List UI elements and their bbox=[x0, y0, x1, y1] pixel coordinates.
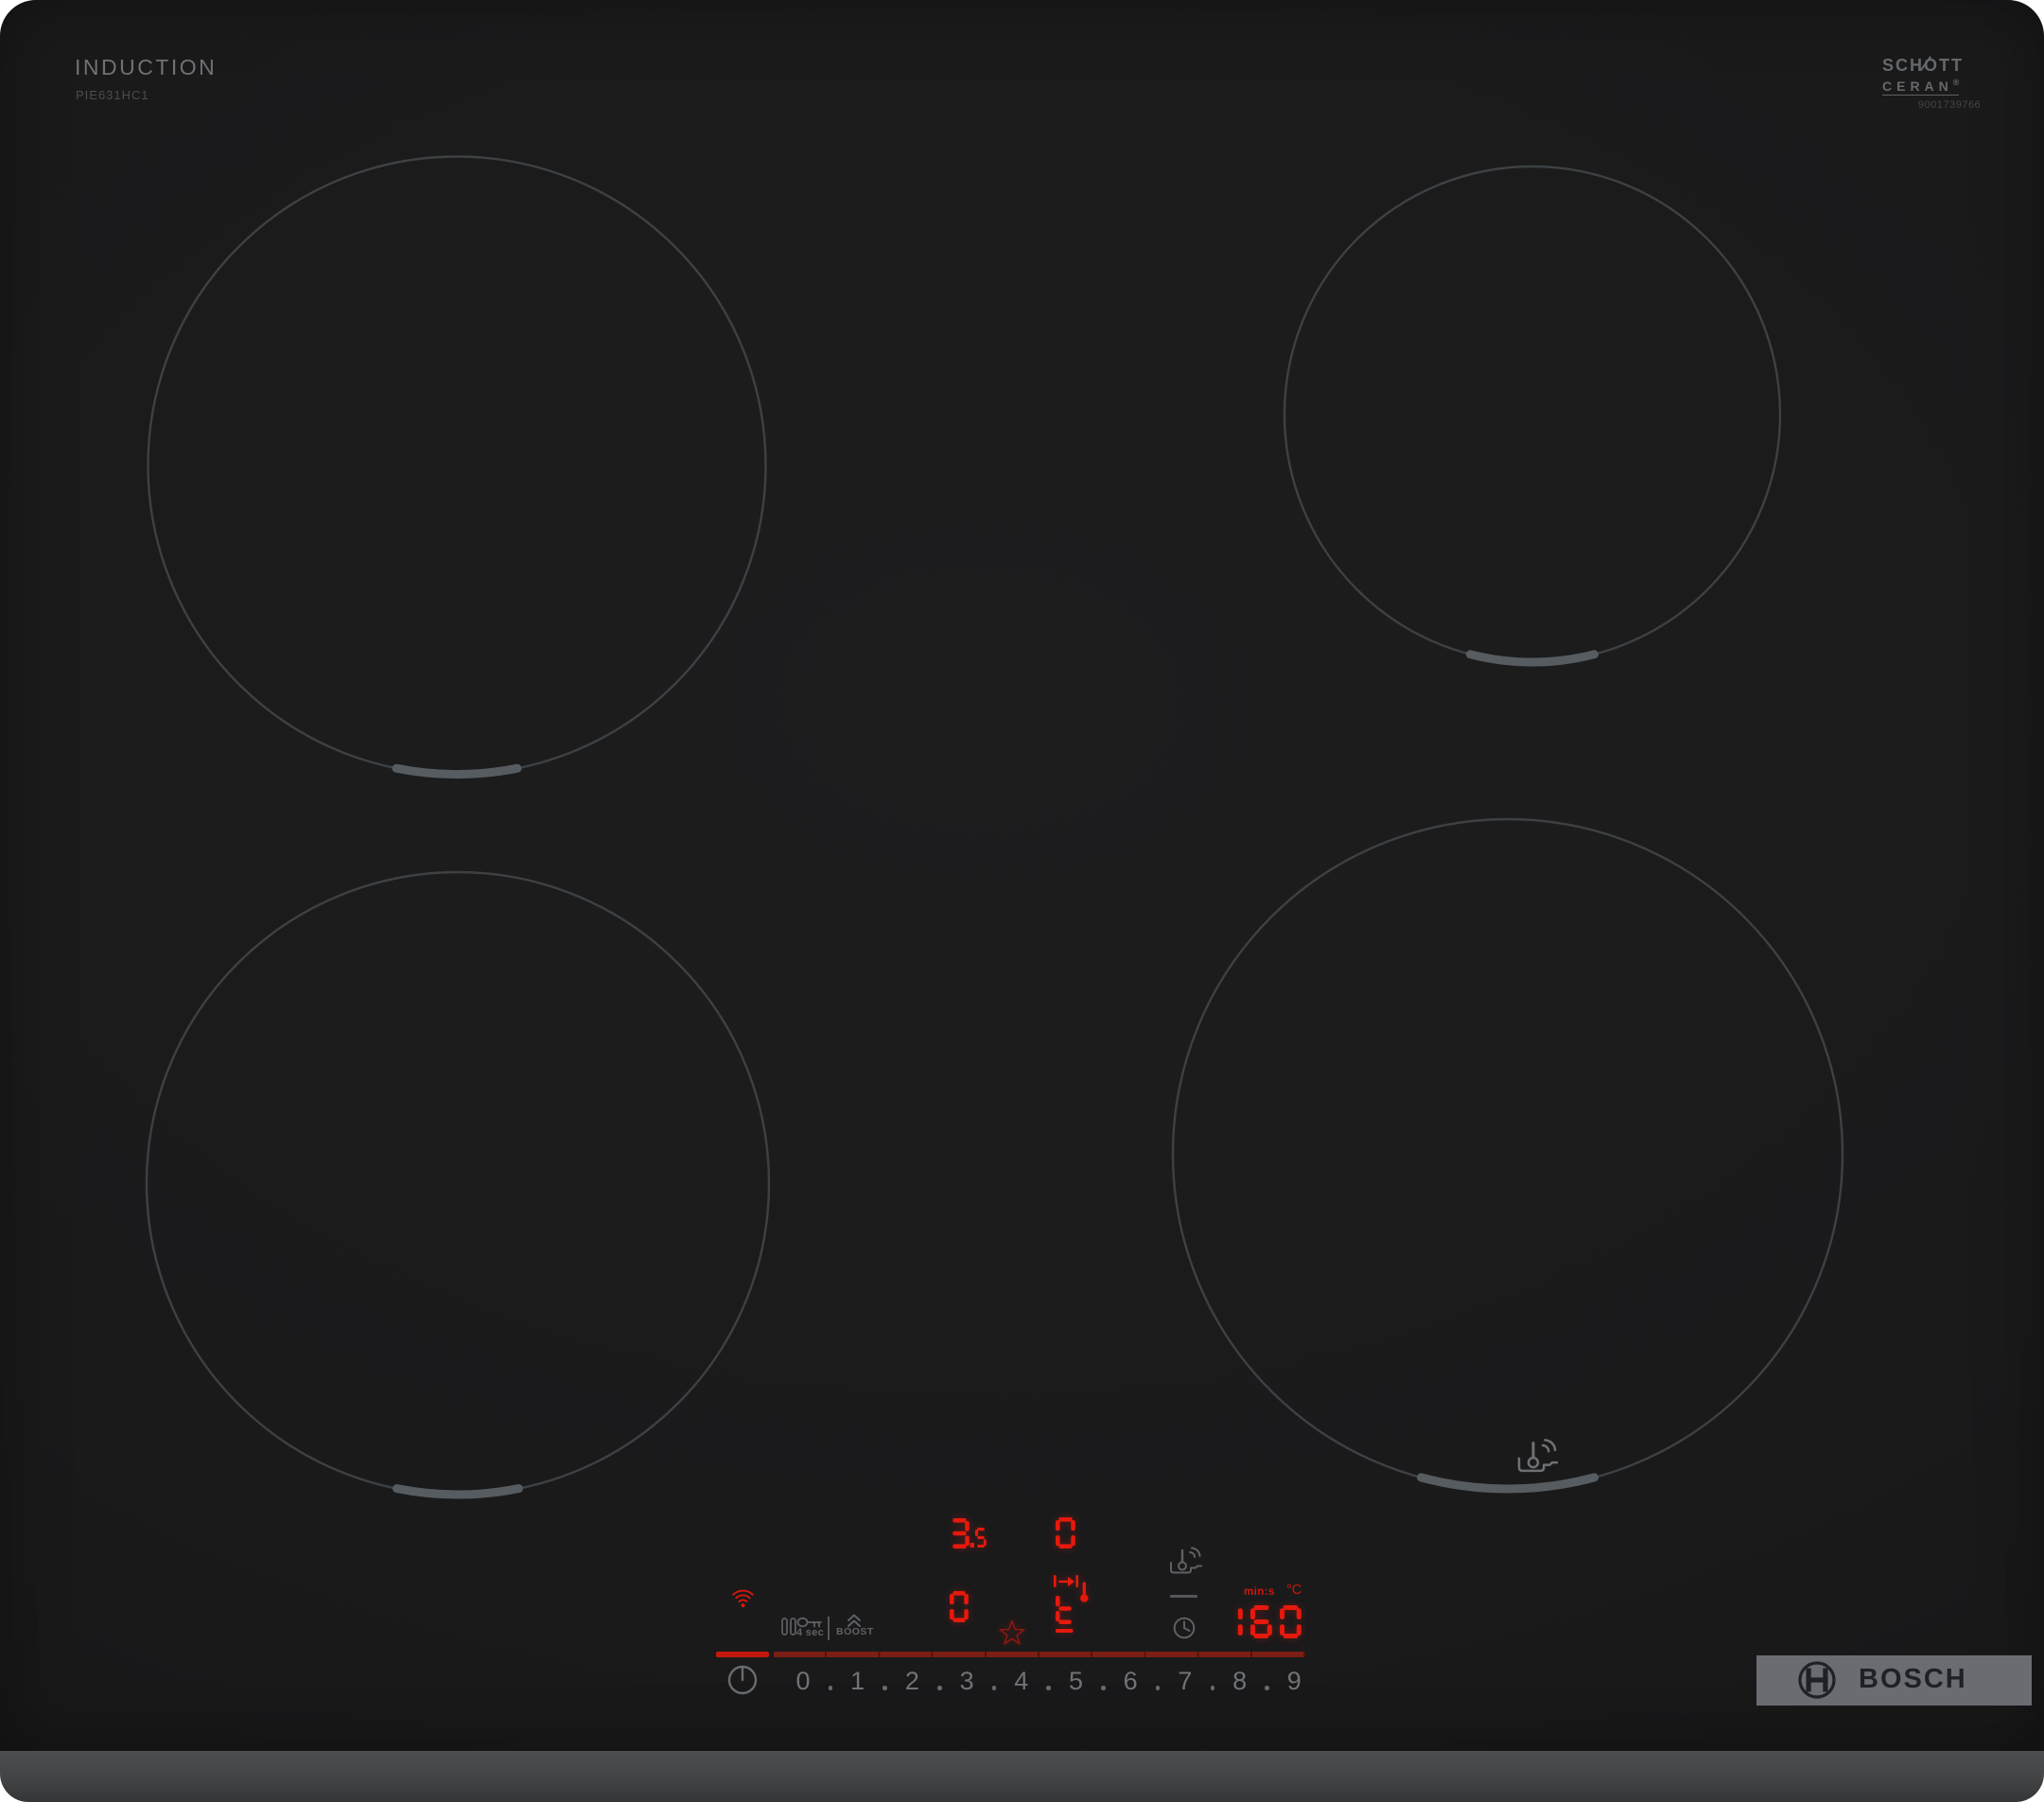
temp-unit-label: °C bbox=[1286, 1583, 1302, 1598]
power-level-key-2[interactable]: 2 bbox=[893, 1669, 931, 1694]
power-level-key-6[interactable]: 6 bbox=[1111, 1669, 1149, 1694]
bosch-emblem-icon bbox=[1798, 1661, 1836, 1699]
power-slider-active-segment[interactable] bbox=[716, 1652, 769, 1657]
clock-icon[interactable] bbox=[1172, 1616, 1197, 1640]
bosch-nameplate: BOSCH bbox=[1756, 1655, 2032, 1706]
led-display-layer bbox=[950, 1517, 1302, 1645]
move-pan-icon bbox=[1054, 1575, 1078, 1587]
power-level-key-8[interactable]: 8 bbox=[1221, 1669, 1259, 1694]
thermometer-icon bbox=[1080, 1582, 1089, 1602]
front-trim-strip bbox=[0, 1751, 2044, 1802]
display-timer bbox=[1237, 1605, 1302, 1638]
power-level-key-0[interactable]: 0 bbox=[784, 1669, 822, 1694]
power-level-key-1[interactable]: 1 bbox=[839, 1669, 877, 1694]
timer-separator-line bbox=[1170, 1595, 1197, 1598]
power-level-key-7[interactable]: 7 bbox=[1166, 1669, 1204, 1694]
bosch-induction-hob: INDUCTION PIE631HC1 SCHOTT CERAN® 900173… bbox=[0, 0, 2044, 1802]
display-front-left bbox=[950, 1591, 969, 1622]
star-icon bbox=[999, 1619, 1025, 1645]
power-icon[interactable] bbox=[726, 1664, 759, 1696]
timer-unit-label: min:s bbox=[1244, 1586, 1275, 1598]
display-front-right-underline bbox=[1056, 1629, 1074, 1633]
power-level-key-4[interactable]: 4 bbox=[1003, 1669, 1040, 1694]
power-level-key-3[interactable]: 3 bbox=[948, 1669, 986, 1694]
bosch-wordmark: BOSCH bbox=[1859, 1664, 1967, 1694]
power-slider-bar[interactable] bbox=[774, 1652, 1305, 1657]
display-rear-right bbox=[1056, 1517, 1075, 1548]
power-level-key-9[interactable]: 9 bbox=[1275, 1669, 1313, 1694]
display-front-right bbox=[1056, 1596, 1074, 1633]
power-level-key-5[interactable]: 5 bbox=[1057, 1669, 1095, 1694]
pan-sensor-icon bbox=[1170, 1547, 1202, 1574]
display-rear-left bbox=[952, 1518, 987, 1548]
